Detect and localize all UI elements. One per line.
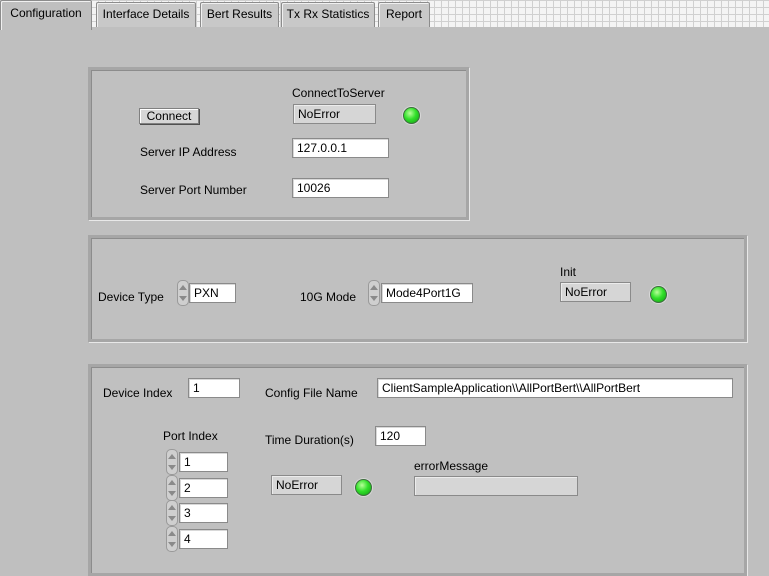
config-file-label: Config File Name	[265, 386, 358, 400]
mode-10g-label: 10G Mode	[300, 290, 357, 304]
device-index-input[interactable]: 1	[188, 378, 240, 398]
test-status-led	[355, 479, 372, 496]
test-status-indicator: NoError	[271, 475, 342, 495]
config-file-input[interactable]: ClientSampleApplication\\AllPortBert\\Al…	[377, 378, 733, 398]
time-duration-input[interactable]: 120	[375, 426, 426, 446]
tab-bert-results[interactable]: Bert Results	[200, 2, 279, 27]
init-status-indicator: NoError	[560, 282, 631, 302]
server-ip-input[interactable]: 127.0.0.1	[292, 138, 389, 158]
error-message-indicator	[414, 476, 578, 496]
increment-arrow-icon[interactable]	[179, 285, 187, 290]
server-port-label: Server Port Number	[140, 183, 247, 197]
port-index-field-4[interactable]: 4	[179, 529, 228, 549]
tab-interface-details[interactable]: Interface Details	[96, 2, 196, 27]
mode-10g-field[interactable]: Mode4Port1G	[381, 283, 473, 303]
decrement-arrow-icon[interactable]	[370, 296, 378, 301]
port-index-field-3[interactable]: 3	[179, 503, 228, 523]
device-type-field[interactable]: PXN	[189, 283, 236, 303]
port-index-stepper-3[interactable]	[166, 500, 178, 526]
increment-arrow-icon[interactable]	[168, 505, 176, 510]
decrement-arrow-icon[interactable]	[168, 542, 176, 547]
server-port-input[interactable]: 10026	[292, 178, 389, 198]
port-index-field-2[interactable]: 2	[179, 478, 228, 498]
port-index-stepper-4[interactable]	[166, 526, 178, 552]
increment-arrow-icon[interactable]	[168, 480, 176, 485]
connect-status-led	[403, 107, 420, 124]
increment-arrow-icon[interactable]	[168, 454, 176, 459]
port-index-stepper-1[interactable]	[166, 449, 178, 475]
tab-tx-rx-statistics[interactable]: Tx Rx Statistics	[281, 2, 375, 27]
decrement-arrow-icon[interactable]	[179, 296, 187, 301]
increment-arrow-icon[interactable]	[370, 285, 378, 290]
mode-10g-stepper[interactable]	[368, 280, 380, 306]
tab-configuration[interactable]: Configuration	[0, 0, 92, 30]
init-label: Init	[560, 265, 577, 279]
port-index-stepper-2[interactable]	[166, 475, 178, 501]
decrement-arrow-icon[interactable]	[168, 491, 176, 496]
decrement-arrow-icon[interactable]	[168, 465, 176, 470]
time-duration-label: Time Duration(s)	[265, 433, 354, 447]
device-index-label: Device Index	[103, 386, 173, 400]
server-ip-label: Server IP Address	[140, 145, 237, 159]
port-index-label: Port Index	[163, 429, 218, 443]
connect-to-server-label: ConnectToServer	[292, 86, 385, 100]
error-message-label: errorMessage	[414, 459, 489, 473]
increment-arrow-icon[interactable]	[168, 531, 176, 536]
connect-status-indicator: NoError	[293, 104, 376, 124]
server-connection-panel	[88, 67, 469, 220]
tab-report[interactable]: Report	[378, 2, 430, 27]
device-type-stepper[interactable]	[177, 280, 189, 306]
decrement-arrow-icon[interactable]	[168, 516, 176, 521]
init-status-led	[650, 286, 667, 303]
port-index-field-1[interactable]: 1	[179, 452, 228, 472]
connect-button[interactable]: Connect	[139, 108, 199, 124]
device-type-label: Device Type	[98, 290, 164, 304]
